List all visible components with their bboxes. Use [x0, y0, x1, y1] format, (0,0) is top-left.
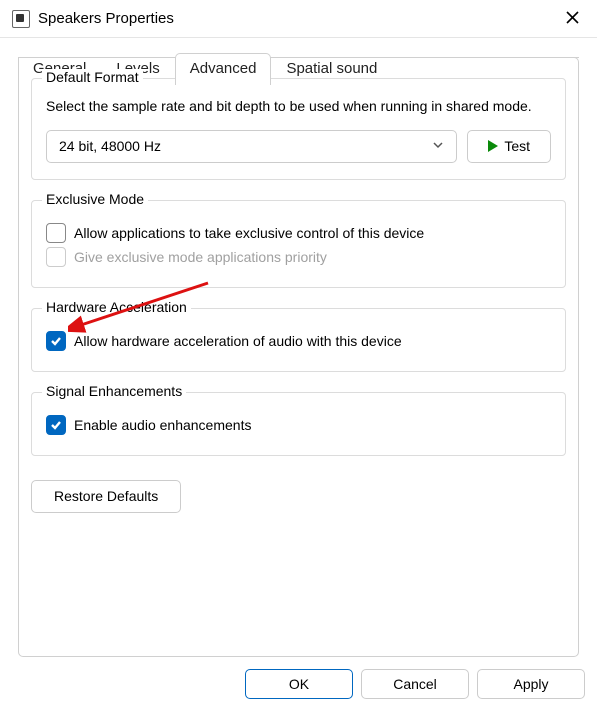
- legend-hw-accel: Hardware Acceleration: [42, 299, 191, 315]
- checkbox-row-exclusive-priority: Give exclusive mode applications priorit…: [46, 247, 551, 267]
- legend-exclusive-mode: Exclusive Mode: [42, 191, 148, 207]
- close-button[interactable]: [557, 11, 587, 27]
- cancel-button[interactable]: Cancel: [361, 669, 469, 699]
- exclusive-priority-label: Give exclusive mode applications priorit…: [74, 249, 327, 265]
- chevron-down-icon: [432, 138, 444, 154]
- test-button[interactable]: Test: [467, 130, 551, 163]
- speakers-icon: [12, 10, 30, 28]
- checkbox-exclusive-priority: [46, 247, 66, 267]
- check-icon: [50, 335, 62, 347]
- group-default-format: Default Format Select the sample rate an…: [31, 78, 566, 180]
- signal-enhance-label: Enable audio enhancements: [74, 417, 251, 433]
- checkbox-row-signal-enhance[interactable]: Enable audio enhancements: [46, 415, 551, 435]
- window-title: Speakers Properties: [38, 10, 557, 27]
- tab-advanced[interactable]: Advanced: [175, 53, 272, 85]
- check-icon: [50, 419, 62, 431]
- titlebar: Speakers Properties: [0, 0, 597, 38]
- legend-default-format: Default Format: [42, 69, 143, 85]
- tab-content: Default Format Select the sample rate an…: [18, 57, 579, 657]
- checkbox-row-exclusive-allow[interactable]: Allow applications to take exclusive con…: [46, 223, 551, 243]
- apply-button[interactable]: Apply: [477, 669, 585, 699]
- play-icon: [488, 140, 498, 152]
- default-format-description: Select the sample rate and bit depth to …: [46, 97, 551, 116]
- group-hw-accel: Hardware Acceleration Allow hardware acc…: [31, 308, 566, 372]
- checkbox-row-hw-accel[interactable]: Allow hardware acceleration of audio wit…: [46, 331, 551, 351]
- exclusive-allow-label: Allow applications to take exclusive con…: [74, 225, 424, 241]
- legend-signal-enhancements: Signal Enhancements: [42, 383, 186, 399]
- group-exclusive-mode: Exclusive Mode Allow applications to tak…: [31, 200, 566, 288]
- tab-underline: [18, 57, 579, 58]
- restore-defaults-button[interactable]: Restore Defaults: [31, 480, 181, 513]
- sample-rate-select[interactable]: 24 bit, 48000 Hz: [46, 130, 457, 163]
- checkbox-exclusive-allow[interactable]: [46, 223, 66, 243]
- checkbox-hw-accel[interactable]: [46, 331, 66, 351]
- checkbox-signal-enhance[interactable]: [46, 415, 66, 435]
- test-label: Test: [504, 138, 530, 154]
- close-icon: [566, 11, 579, 24]
- ok-button[interactable]: OK: [245, 669, 353, 699]
- hw-accel-label: Allow hardware acceleration of audio wit…: [74, 333, 402, 349]
- sample-rate-value: 24 bit, 48000 Hz: [59, 138, 161, 154]
- dialog-footer: OK Cancel Apply: [0, 665, 597, 713]
- group-signal-enhancements: Signal Enhancements Enable audio enhance…: [31, 392, 566, 456]
